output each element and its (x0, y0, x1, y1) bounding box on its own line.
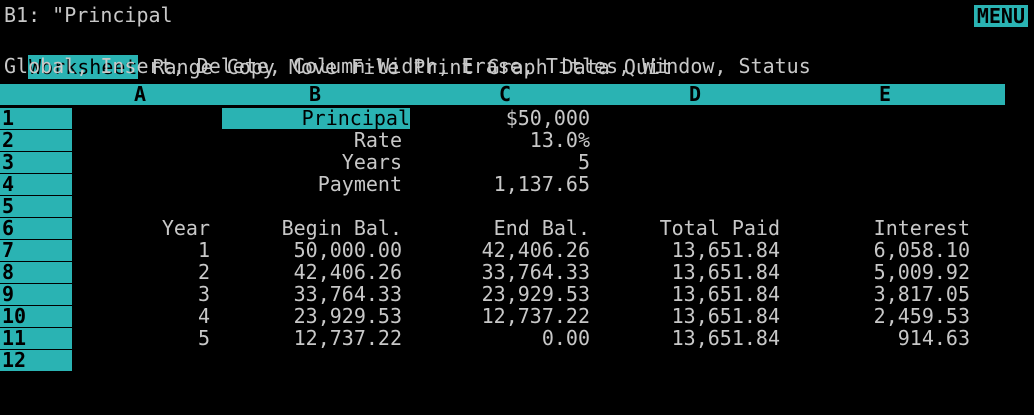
cell-b2-rate-label[interactable]: Rate (222, 130, 402, 151)
cell-b1-principal-label[interactable]: Principal (222, 108, 410, 129)
table-cell[interactable]: 1 (70, 240, 210, 261)
table-cell[interactable]: 2,459.53 (790, 306, 970, 327)
table-cell[interactable]: 5 (70, 328, 210, 349)
table-cell[interactable]: 50,000.00 (222, 240, 402, 261)
row-header-5[interactable]: 5 (0, 196, 72, 217)
header-total-paid[interactable]: Total Paid (600, 218, 780, 239)
table-cell[interactable]: 914.63 (790, 328, 970, 349)
table-cell[interactable]: 13,651.84 (600, 306, 780, 327)
table-cell[interactable]: 6,058.10 (790, 240, 970, 261)
column-header-a[interactable]: A (125, 84, 155, 105)
column-header-d[interactable]: D (680, 84, 710, 105)
column-header-bar: A B C D E (0, 84, 1005, 105)
cell-b4-payment-label[interactable]: Payment (222, 174, 402, 195)
cell-c2-rate-value[interactable]: 13.0% (410, 130, 590, 151)
cell-c3-years-value[interactable]: 5 (410, 152, 590, 173)
table-cell[interactable]: 42,406.26 (410, 240, 590, 261)
row-header-11[interactable]: 11 (0, 328, 72, 349)
menu-bar: Worksheet Range Copy Move File Print Graph Data… (4, 31, 1034, 79)
table-cell[interactable]: 3 (70, 284, 210, 305)
cell-c4-payment-value[interactable]: 1,137.65 (410, 174, 590, 195)
table-cell[interactable]: 3,817.05 (790, 284, 970, 305)
row-header-2[interactable]: 2 (0, 130, 72, 151)
row-header-7[interactable]: 7 (0, 240, 72, 261)
table-cell[interactable]: 12,737.22 (410, 306, 590, 327)
header-end-bal[interactable]: End Bal. (410, 218, 590, 239)
header-begin-bal[interactable]: Begin Bal. (222, 218, 402, 239)
table-cell[interactable]: 33,764.33 (410, 262, 590, 283)
row-header-8[interactable]: 8 (0, 262, 72, 283)
table-cell[interactable]: 2 (70, 262, 210, 283)
column-header-b[interactable]: B (300, 84, 330, 105)
column-header-e[interactable]: E (870, 84, 900, 105)
column-header-c[interactable]: C (490, 84, 520, 105)
row-header-1[interactable]: 1 (0, 108, 72, 129)
cell-b3-years-label[interactable]: Years (222, 152, 402, 173)
table-cell[interactable]: 33,764.33 (222, 284, 402, 305)
menu-description: Global, Insert, Delete, Column-Width, Er… (4, 54, 811, 78)
row-header-4[interactable]: 4 (0, 174, 72, 195)
cell-c1-principal-value[interactable]: $50,000 (410, 108, 590, 129)
cell-reference: B1: "Principal (4, 3, 173, 27)
table-cell[interactable]: 5,009.92 (790, 262, 970, 283)
status-line: B1: "Principal MENU (0, 3, 1034, 27)
row-header-3[interactable]: 3 (0, 152, 72, 173)
table-cell[interactable]: 13,651.84 (600, 240, 780, 261)
mode-indicator: MENU (973, 5, 1028, 27)
header-year[interactable]: Year (70, 218, 210, 239)
table-cell[interactable]: 13,651.84 (600, 262, 780, 283)
table-cell[interactable]: 12,737.22 (222, 328, 402, 349)
row-header-12[interactable]: 12 (0, 350, 72, 371)
table-cell[interactable]: 13,651.84 (600, 328, 780, 349)
row-header-10[interactable]: 10 (0, 306, 72, 327)
header-interest[interactable]: Interest (790, 218, 970, 239)
row-header-9[interactable]: 9 (0, 284, 72, 305)
table-cell[interactable]: 0.00 (410, 328, 590, 349)
table-cell[interactable]: 23,929.53 (222, 306, 402, 327)
table-cell[interactable]: 4 (70, 306, 210, 327)
table-cell[interactable]: 23,929.53 (410, 284, 590, 305)
row-header-6[interactable]: 6 (0, 218, 72, 239)
table-cell[interactable]: 42,406.26 (222, 262, 402, 283)
table-cell[interactable]: 13,651.84 (600, 284, 780, 305)
